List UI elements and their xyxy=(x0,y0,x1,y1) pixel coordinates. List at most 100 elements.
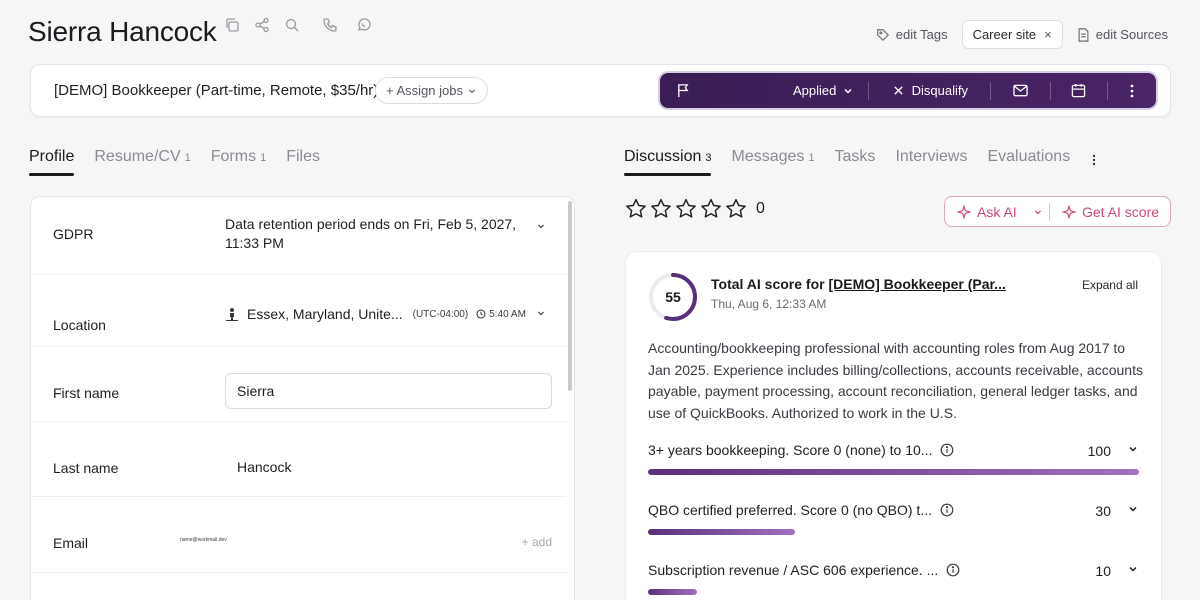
first-name-input[interactable]: Sierra xyxy=(225,373,552,409)
email-button[interactable] xyxy=(991,73,1050,108)
tab-forms[interactable]: Forms 1 xyxy=(211,148,266,174)
tab-messages[interactable]: Messages 1 xyxy=(731,148,814,174)
chevron-down-icon[interactable] xyxy=(1127,443,1139,455)
ai-score-card: 55 Total AI score for [DEMO] Bookkeeper … xyxy=(625,251,1162,600)
criterion-label: 3+ years bookkeeping. Score 0 (none) to … xyxy=(648,442,933,458)
edit-sources-label: edit Sources xyxy=(1095,27,1168,42)
rating-value: 0 xyxy=(756,199,765,217)
pipeline-toolbar: Applied Disqualify xyxy=(660,73,1156,108)
email-row: Email name@workmail.dev + add xyxy=(31,497,566,573)
tab-label: Evaluations xyxy=(987,148,1071,165)
edit-sources-button[interactable]: edit Sources xyxy=(1073,21,1172,48)
career-site-chip[interactable]: Career site × xyxy=(961,20,1063,49)
tab-discussion[interactable]: Discussion 3 xyxy=(624,148,712,176)
rating-stars[interactable] xyxy=(625,198,747,219)
location-label: Location xyxy=(53,317,106,333)
timezone-label: (UTC-04:00) xyxy=(412,308,469,320)
get-ai-score-button[interactable]: Get AI score xyxy=(1050,204,1159,220)
share-icon[interactable] xyxy=(254,17,270,33)
criterion-title: QBO certified preferred. Score 0 (no QBO… xyxy=(648,502,954,518)
phone-icon[interactable] xyxy=(322,17,338,33)
edit-tags-button[interactable]: edit Tags xyxy=(872,21,952,48)
ai-criterion[interactable]: 3+ years bookkeeping. Score 0 (none) to … xyxy=(648,442,1139,482)
add-email-button[interactable]: + add xyxy=(522,535,552,549)
flag-button[interactable] xyxy=(660,73,793,108)
last-name-row: Last name Hancock xyxy=(31,422,566,497)
tab-files[interactable]: Files xyxy=(286,148,320,174)
edit-tags-label: edit Tags xyxy=(895,27,948,42)
tab-label: Interviews xyxy=(895,148,968,165)
candidate-quick-actions xyxy=(224,17,372,33)
ai-title-job-link[interactable]: [DEMO] Bookkeeper (Par... xyxy=(828,276,1005,292)
gdpr-value: Data retention period ends on Fri, Feb 5… xyxy=(225,216,517,251)
local-time: 5:40 AM xyxy=(489,308,526,320)
star-icon[interactable] xyxy=(700,198,722,219)
location-field[interactable]: Essex, Maryland, Unite... (UTC-04:00) 5:… xyxy=(225,306,526,322)
email-value[interactable]: name@workmail.dev xyxy=(180,537,227,543)
whatsapp-icon[interactable] xyxy=(356,17,372,33)
tab-count: 1 xyxy=(260,152,267,164)
gdpr-row: GDPR Data retention period ends on Fri, … xyxy=(31,197,566,275)
more-vertical-icon xyxy=(1092,154,1096,166)
criterion-score-bar xyxy=(648,529,796,535)
info-icon[interactable] xyxy=(946,563,960,577)
tab-label: Profile xyxy=(29,148,75,165)
ai-criterion[interactable]: Subscription revenue / ASC 606 experienc… xyxy=(648,562,1139,600)
expand-all-button[interactable]: Expand all xyxy=(1082,278,1138,292)
tab-count: 3 xyxy=(705,152,712,164)
tab-label: Files xyxy=(286,148,320,165)
tabs-more-button[interactable] xyxy=(1090,148,1096,174)
stage-dropdown[interactable]: Applied xyxy=(793,73,852,108)
more-button[interactable] xyxy=(1108,73,1156,108)
tab-label: Forms xyxy=(210,148,257,165)
candidate-name: Sierra Hancock xyxy=(28,16,217,47)
profile-panel: GDPR Data retention period ends on Fri, … xyxy=(30,196,575,600)
ai-score-title: Total AI score for [DEMO] Bookkeeper (Pa… xyxy=(711,276,1006,292)
chevron-down-icon xyxy=(842,85,854,97)
chevron-down-icon[interactable] xyxy=(536,221,546,231)
chevron-down-icon[interactable] xyxy=(1127,503,1139,515)
star-icon[interactable] xyxy=(625,198,647,219)
email-label: Email xyxy=(53,535,89,551)
criterion-score-bar xyxy=(648,589,698,595)
activity-tabs: Discussion 3 Messages 1 Tasks Interviews E… xyxy=(624,148,1096,176)
chevron-down-icon xyxy=(467,86,477,96)
ai-score-date: Thu, Aug 6, 12:33 AM xyxy=(711,297,827,311)
tab-evaluations[interactable]: Evaluations xyxy=(987,148,1070,174)
tab-profile[interactable]: Profile xyxy=(29,148,75,176)
person-pin-icon xyxy=(225,307,239,322)
close-icon[interactable]: × xyxy=(1044,27,1052,42)
tab-resume[interactable]: Resume/CV 1 xyxy=(94,148,190,174)
tab-tasks[interactable]: Tasks xyxy=(835,148,876,174)
search-icon[interactable] xyxy=(284,17,300,33)
sparkle-icon xyxy=(1062,204,1076,219)
tag-icon xyxy=(876,28,890,42)
chevron-down-icon[interactable] xyxy=(1027,207,1049,217)
job-title[interactable]: [DEMO] Bookkeeper (Part-time, Remote, $3… xyxy=(54,82,378,99)
ai-criterion[interactable]: QBO certified preferred. Score 0 (no QBO… xyxy=(648,502,1139,542)
info-icon[interactable] xyxy=(940,503,954,517)
calendar-icon xyxy=(1071,83,1086,98)
tab-interviews[interactable]: Interviews xyxy=(895,148,967,174)
copy-icon[interactable] xyxy=(224,17,240,33)
ai-summary: Accounting/bookkeeping professional with… xyxy=(648,340,1143,421)
chevron-down-icon[interactable] xyxy=(536,308,546,318)
get-ai-score-label: Get AI score xyxy=(1082,203,1160,220)
scrollbar[interactable] xyxy=(568,201,572,391)
chevron-down-icon[interactable] xyxy=(1127,563,1139,575)
star-icon[interactable] xyxy=(650,198,672,219)
criterion-label: QBO certified preferred. Score 0 (no QBO… xyxy=(648,502,932,518)
ask-ai-button[interactable]: Ask AI xyxy=(945,204,1027,220)
ai-score-value: 55 xyxy=(665,289,681,305)
schedule-button[interactable] xyxy=(1050,73,1107,108)
assign-jobs-button[interactable]: + Assign jobs xyxy=(375,77,488,104)
first-name-row: First name Sierra xyxy=(31,347,566,422)
star-icon[interactable] xyxy=(675,198,697,219)
info-icon[interactable] xyxy=(940,443,954,457)
disqualify-button[interactable]: Disqualify xyxy=(869,73,990,108)
star-icon[interactable] xyxy=(725,198,747,219)
criterion-title: 3+ years bookkeeping. Score 0 (none) to … xyxy=(648,442,954,458)
header-actions: edit Tags Career site × edit Sources xyxy=(872,20,1172,49)
last-name-value[interactable]: Hancock xyxy=(237,458,291,477)
assign-jobs-label: + Assign jobs xyxy=(386,83,463,98)
